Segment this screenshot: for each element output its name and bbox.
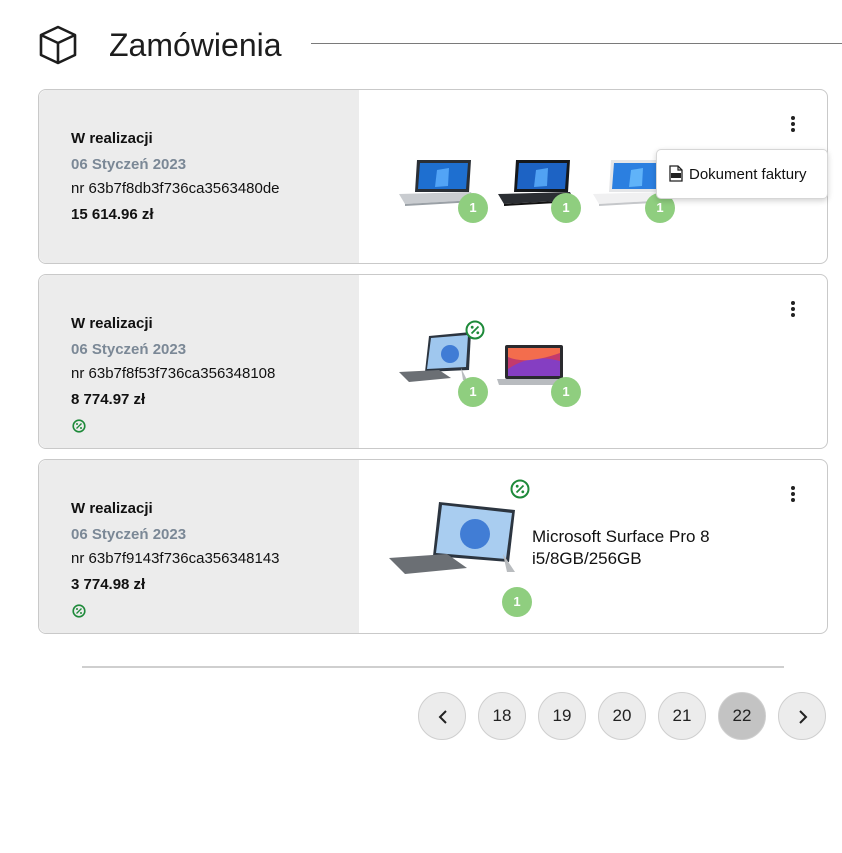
order-summary: W realizacji 06 Styczeń 2023 nr 63b7f914… — [39, 460, 359, 633]
chevron-right-icon — [799, 710, 808, 724]
pagination-divider — [82, 666, 784, 668]
order-date: 06 Styczeń 2023 — [71, 156, 187, 173]
pagination-page-button[interactable]: 21 — [658, 692, 706, 740]
promo-icon — [510, 479, 530, 499]
order-card[interactable]: W realizacji 06 Styczeń 2023 nr 63b7f914… — [38, 459, 828, 634]
order-price: 3 774.98 zł — [71, 576, 146, 593]
quantity-badge: 1 — [458, 193, 488, 223]
order-price: 15 614.96 zł — [71, 206, 154, 223]
order-card[interactable]: W realizacji 06 Styczeń 2023 nr 63b7f8f5… — [38, 274, 828, 449]
order-status: W realizacji — [71, 315, 153, 332]
pagination-page-button-active[interactable]: 22 — [718, 692, 766, 740]
product-name-line: Microsoft Surface Pro 8 — [532, 527, 710, 546]
promo-icon — [72, 419, 86, 433]
quantity-badge: 1 — [502, 587, 532, 617]
pagination-page-button[interactable]: 20 — [598, 692, 646, 740]
quantity-badge: 1 — [551, 193, 581, 223]
more-options-icon[interactable] — [786, 301, 800, 319]
product-image-surface-tablet[interactable] — [387, 496, 519, 582]
header-divider — [311, 43, 842, 44]
order-number: nr 63b7f9143f736ca356348143 — [71, 550, 280, 567]
order-date: 06 Styczeń 2023 — [71, 526, 187, 543]
quantity-badge: 1 — [458, 377, 488, 407]
order-summary: W realizacji 06 Styczeń 2023 nr 63b7f8db… — [39, 90, 359, 263]
invoice-document-menu-item[interactable]: Dokument faktury — [689, 166, 807, 183]
product-name-line: i5/8GB/256GB — [532, 549, 642, 568]
promo-icon — [465, 320, 485, 340]
more-options-icon[interactable] — [786, 116, 800, 134]
quantity-badge: 1 — [551, 377, 581, 407]
order-number: nr 63b7f8db3f736ca3563480de — [71, 180, 280, 197]
pagination-next-button[interactable] — [778, 692, 826, 740]
product-name[interactable]: Microsoft Surface Pro 8 i5/8GB/256GB — [532, 526, 752, 570]
order-status: W realizacji — [71, 130, 153, 147]
order-status: W realizacji — [71, 500, 153, 517]
order-price: 8 774.97 zł — [71, 391, 146, 408]
pagination-page-button[interactable]: 18 — [478, 692, 526, 740]
box-icon — [39, 25, 77, 65]
pdf-icon — [669, 165, 683, 182]
order-actions-menu[interactable]: Dokument faktury — [656, 149, 828, 199]
page-title: Zamówienia — [109, 27, 282, 63]
order-date: 06 Styczeń 2023 — [71, 341, 187, 358]
promo-icon — [72, 604, 86, 618]
pagination-prev-button[interactable] — [418, 692, 466, 740]
page-header: Zamówienia — [37, 24, 842, 65]
order-card[interactable]: W realizacji 06 Styczeń 2023 nr 63b7f8db… — [38, 89, 828, 264]
order-summary: W realizacji 06 Styczeń 2023 nr 63b7f8f5… — [39, 275, 359, 448]
chevron-left-icon — [438, 710, 447, 724]
pagination-page-button[interactable]: 19 — [538, 692, 586, 740]
more-options-icon[interactable] — [786, 486, 800, 504]
order-number: nr 63b7f8f53f736ca356348108 — [71, 365, 276, 382]
